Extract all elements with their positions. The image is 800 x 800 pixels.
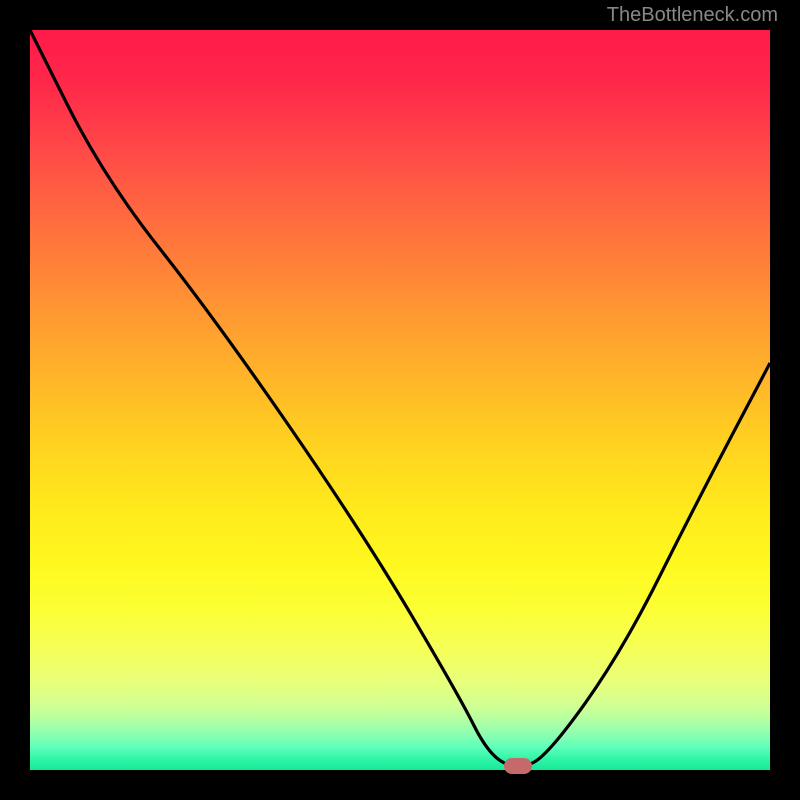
optimal-marker xyxy=(504,758,532,774)
curve-svg xyxy=(30,30,770,770)
watermark-text: TheBottleneck.com xyxy=(607,4,778,27)
bottleneck-curve-path xyxy=(30,30,770,766)
plot-area xyxy=(30,30,770,770)
chart-container: TheBottleneck.com xyxy=(0,0,800,800)
